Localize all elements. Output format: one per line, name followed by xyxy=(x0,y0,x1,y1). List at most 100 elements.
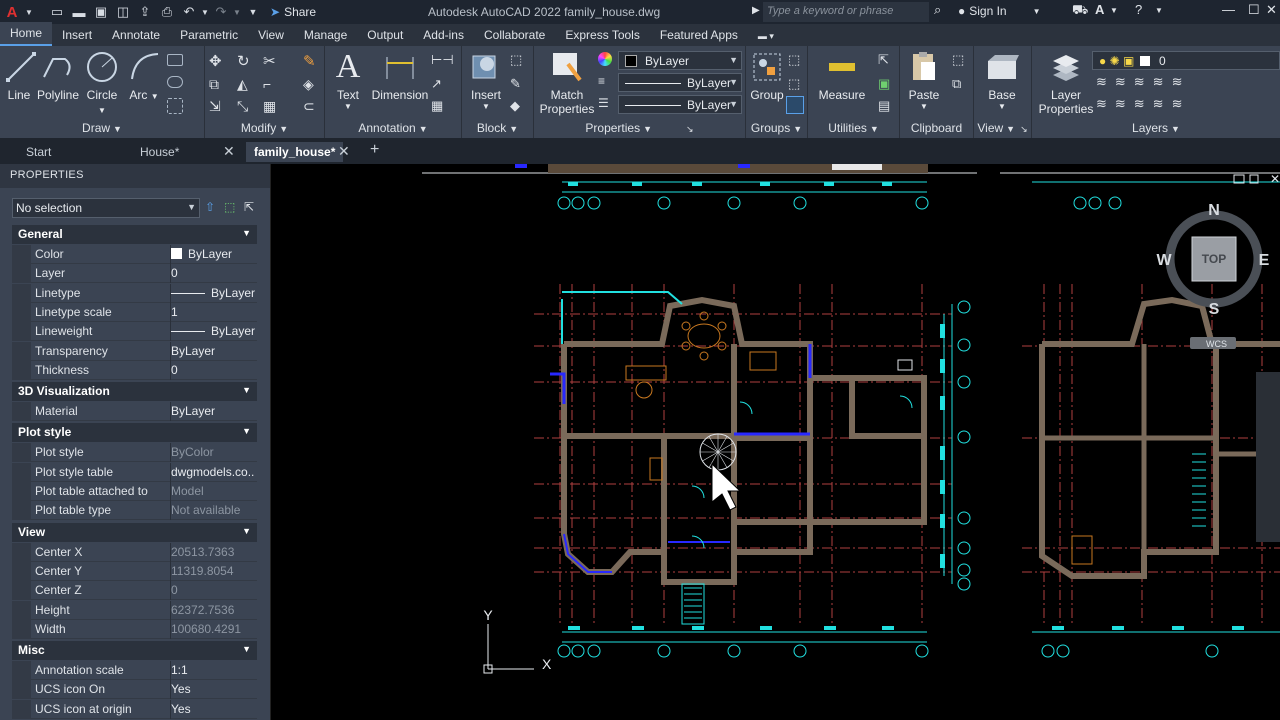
chevron-right-icon[interactable]: ▶ xyxy=(752,5,760,16)
property-row[interactable]: Color ByLayer xyxy=(12,245,257,264)
property-value[interactable]: 11319.8054 xyxy=(171,564,255,578)
search-input[interactable]: Type a keyword or phrase xyxy=(763,2,929,22)
save-as-icon[interactable]: ◫ xyxy=(112,4,134,20)
copy-clip-icon[interactable]: ⧉ xyxy=(952,76,961,92)
text-tool[interactable]: A Text ▼ xyxy=(331,48,365,111)
draw-group-label[interactable]: Draw ▼ xyxy=(0,121,204,135)
dropdown-icon[interactable]: ▼ xyxy=(24,8,34,17)
property-row[interactable]: Height 62372.7536 xyxy=(12,600,257,620)
ribbon-toggle-icon[interactable]: ▬ ▾ xyxy=(748,27,784,46)
property-row[interactable]: Lineweight ByLayer xyxy=(12,322,257,342)
layer-tools-icon[interactable]: ≋≋≋≋≋ xyxy=(1096,74,1190,90)
color-wheel-icon[interactable] xyxy=(598,52,612,66)
lineweight-dropdown[interactable]: ByLayer ▼ xyxy=(618,95,742,114)
modify-group-label[interactable]: Modify ▼ xyxy=(205,121,324,135)
move-icon[interactable]: ✥ xyxy=(209,52,222,70)
offset-icon[interactable]: ⊂ xyxy=(303,98,315,115)
quick-select-icon[interactable]: ⇱ xyxy=(878,52,889,68)
rotate-icon[interactable]: ↻ xyxy=(237,52,250,70)
collapse-icon[interactable]: ▼ xyxy=(242,426,251,436)
clipboard-group-label[interactable]: Clipboard xyxy=(900,121,973,135)
tab-insert[interactable]: Insert xyxy=(52,24,102,46)
property-row[interactable]: Width 100680.4291 xyxy=(12,619,257,639)
property-value[interactable]: 62372.7536 xyxy=(171,603,255,617)
property-value[interactable]: ByColor xyxy=(171,445,255,459)
property-value[interactable]: 20513.7363 xyxy=(171,545,255,559)
arc-tool[interactable]: Arc ▼ xyxy=(128,50,160,102)
tab-add-ins[interactable]: Add-ins xyxy=(413,24,474,46)
tab-parametric[interactable]: Parametric xyxy=(170,24,248,46)
property-value[interactable]: ByLayer xyxy=(171,404,255,418)
property-row[interactable]: Center Y 11319.8054 xyxy=(12,561,257,581)
tab-express-tools[interactable]: Express Tools xyxy=(555,24,649,46)
select-objects-icon[interactable]: ⬚ xyxy=(224,200,239,215)
property-row[interactable]: Linetype scale 1 xyxy=(12,302,257,322)
lineweight-icon[interactable]: ≡ xyxy=(598,74,605,88)
autocad-logo-icon[interactable]: A xyxy=(0,4,24,21)
trim-icon[interactable]: ✂ xyxy=(263,52,276,70)
utilities-group-label[interactable]: Utilities ▼ xyxy=(808,121,899,135)
property-value[interactable]: 0 xyxy=(171,583,255,597)
ellipse-icon[interactable] xyxy=(167,76,183,88)
property-row[interactable]: Linetype ByLayer xyxy=(12,283,257,303)
leader-icon[interactable]: ↗ xyxy=(431,76,442,92)
chevron-down-icon[interactable]: ▼ xyxy=(466,102,506,111)
color-dropdown[interactable]: ByLayer ▼ xyxy=(618,51,742,70)
group-select-icon[interactable] xyxy=(786,96,804,114)
ungroup-icon[interactable]: ⬚ xyxy=(788,52,800,68)
open-folder-icon[interactable]: ▬ xyxy=(68,5,90,20)
autodesk-app-icon[interactable]: A xyxy=(1095,2,1104,17)
save-to-web-icon[interactable]: ⇪ xyxy=(134,4,156,20)
collapse-icon[interactable]: ▼ xyxy=(242,385,251,395)
create-block-icon[interactable]: ⬚ xyxy=(510,52,522,68)
circle-tool[interactable]: Circle ▼ xyxy=(84,50,120,116)
attribute-icon[interactable]: ◆ xyxy=(510,98,520,114)
property-row[interactable]: Material ByLayer xyxy=(12,402,257,422)
close-tab-icon[interactable]: ✕ xyxy=(338,143,350,160)
toggle-pickadd-icon[interactable]: ⇧ xyxy=(205,200,220,215)
tab-house[interactable]: House* xyxy=(140,142,179,162)
group-edit-icon[interactable]: ⬚ xyxy=(788,76,800,92)
tab-family-house[interactable]: family_house* xyxy=(246,142,344,162)
collapse-icon[interactable]: ▼ xyxy=(242,526,251,536)
search-icon[interactable]: ⌕ xyxy=(934,2,941,18)
explode-icon[interactable]: ◈ xyxy=(303,76,314,93)
tab-view[interactable]: View xyxy=(248,24,294,46)
view-group-label[interactable]: View ▼ ↘ xyxy=(974,121,1031,135)
property-value[interactable]: 0 xyxy=(171,266,255,280)
property-value[interactable]: 0 xyxy=(171,363,255,377)
group-tool[interactable]: Group xyxy=(748,50,786,102)
property-row[interactable]: Transparency ByLayer xyxy=(12,341,257,361)
properties-group-label[interactable]: Properties ▼ ↘ xyxy=(534,121,745,135)
array-icon[interactable]: ▦ xyxy=(263,98,276,115)
property-row[interactable]: Plot table attached to Model xyxy=(12,482,257,501)
help-dropdown-icon[interactable]: ▼ xyxy=(1155,6,1163,15)
dialog-launcher-icon[interactable]: ↘ xyxy=(686,124,694,134)
property-row[interactable]: Plot style table dwgmodels.co... xyxy=(12,462,257,482)
new-tab-icon[interactable]: + xyxy=(370,141,379,159)
mirror-icon[interactable]: ◭ xyxy=(237,76,248,93)
property-row[interactable]: Center X 20513.7363 xyxy=(12,542,257,562)
property-value[interactable]: Model xyxy=(171,484,255,498)
property-value[interactable]: 100680.4291 xyxy=(171,622,255,636)
print-icon[interactable]: ⎙ xyxy=(156,4,178,20)
customize-icon[interactable]: ▼ xyxy=(242,7,264,17)
property-row[interactable]: UCS icon On Yes xyxy=(12,680,257,700)
cart-icon[interactable]: ⛟ xyxy=(1072,2,1088,20)
sign-in-button[interactable]: ● Sign In ▼ xyxy=(958,4,1041,18)
match-properties-tool[interactable]: Match Properties xyxy=(538,50,596,116)
property-value[interactable]: Yes xyxy=(171,682,255,696)
fillet-icon[interactable]: ⌐ xyxy=(263,76,271,92)
property-value[interactable]: 1 xyxy=(171,305,255,319)
new-file-icon[interactable]: ▭ xyxy=(46,4,68,20)
paste-tool[interactable]: Paste ▼ xyxy=(906,50,942,111)
layers-group-label[interactable]: Layers ▼ xyxy=(1032,121,1280,135)
stretch-icon[interactable]: ⇲ xyxy=(209,98,221,115)
section-header-view[interactable]: View ▼ xyxy=(12,522,257,542)
groups-group-label[interactable]: Groups ▼ xyxy=(746,121,807,135)
scale-icon[interactable]: ⤡ xyxy=(237,98,248,115)
property-row[interactable]: Plot table type Not available xyxy=(12,501,257,521)
close-tab-icon[interactable]: ✕ xyxy=(223,143,235,160)
tab-annotate[interactable]: Annotate xyxy=(102,24,170,46)
block-group-label[interactable]: Block ▼ xyxy=(462,121,533,135)
